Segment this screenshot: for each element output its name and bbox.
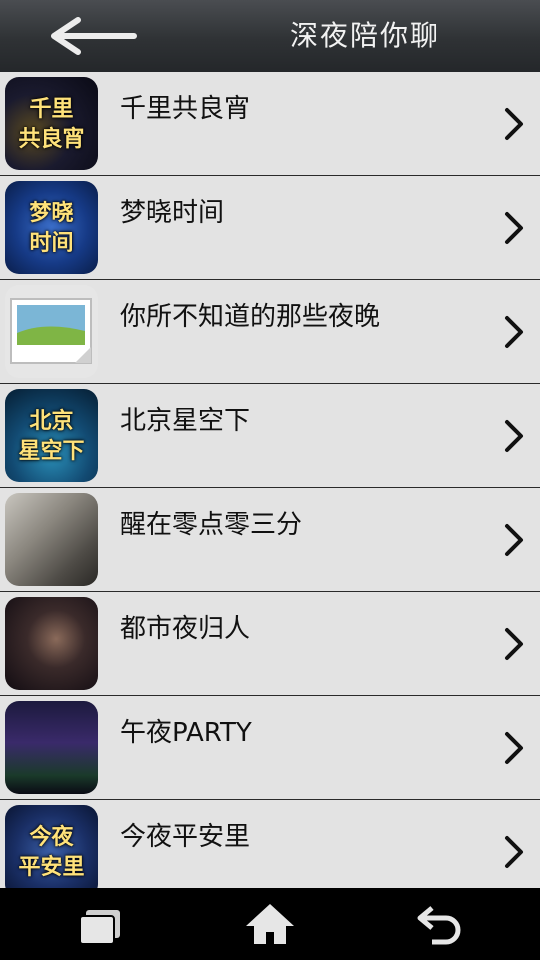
back-button[interactable] [50,12,142,60]
list-item[interactable]: 午夜PARTY [0,696,540,800]
home-icon [246,904,294,944]
title-bar: 深夜陪你聊 [0,0,540,73]
thumbnail-title: 今夜 平安里 [18,823,85,880]
recent-apps-button[interactable] [72,900,132,948]
list-item-label: 你所不知道的那些夜晚 [120,302,381,332]
chevron-right-icon [502,314,526,350]
chevron-right-icon [502,730,526,766]
thumbnail-title: 千里 共良宵 [18,95,85,152]
list-item-thumbnail: 千里 共良宵 [5,77,98,170]
page-title: 深夜陪你聊 [289,19,440,52]
chevron-right-icon [502,626,526,662]
thumbnail-title: 北京 星空下 [18,407,85,464]
list-item-label: 今夜平安里 [120,822,251,852]
list-item-label: 千里共良宵 [120,94,251,124]
list-item-thumbnail [5,701,98,794]
home-button[interactable] [240,900,300,948]
image-placeholder-icon [5,285,98,378]
chevron-right-icon [502,522,526,558]
list-item-thumbnail [5,493,98,586]
chevron-right-icon [502,210,526,246]
list-item[interactable]: 都市夜归人 [0,592,540,696]
thumbnail-title: 梦晓 时间 [29,199,74,256]
list-item-label: 梦晓时间 [120,198,225,228]
chevron-right-icon [502,106,526,142]
topic-list[interactable]: 千里 共良宵 千里共良宵梦晓 时间 梦晓时间你所不知道的那些夜晚北京 星空下 北京星空… [0,72,540,888]
list-item-label: 都市夜归人 [120,614,251,644]
list-item-label: 午夜PARTY [120,718,252,748]
list-item-label: 北京星空下 [120,406,251,436]
system-back-button[interactable] [410,900,470,948]
list-item[interactable]: 梦晓 时间 梦晓时间 [0,176,540,280]
list-item-thumbnail: 今夜 平安里 [5,805,98,888]
list-item[interactable]: 千里 共良宵 千里共良宵 [0,72,540,176]
list-item[interactable]: 你所不知道的那些夜晚 [0,280,540,384]
recent-apps-icon [79,910,120,945]
back-icon [417,906,461,945]
list-item[interactable]: 北京 星空下 北京星空下 [0,384,540,488]
back-arrow-icon [51,17,137,55]
list-item-thumbnail [5,597,98,690]
app-root: 深夜陪你聊 千里 共良宵 千里共良宵梦晓 时间 梦晓时间你所不知道的那些夜晚北京 星… [0,0,540,960]
list-item-thumbnail: 北京 星空下 [5,389,98,482]
chevron-right-icon [502,418,526,454]
list-item-thumbnail: 梦晓 时间 [5,181,98,274]
chevron-right-icon [502,834,526,870]
list-item[interactable]: 醒在零点零三分 [0,488,540,592]
list-item[interactable]: 今夜 平安里 今夜平安里 [0,800,540,888]
system-navbar [0,888,540,960]
list-item-label: 醒在零点零三分 [120,510,303,540]
